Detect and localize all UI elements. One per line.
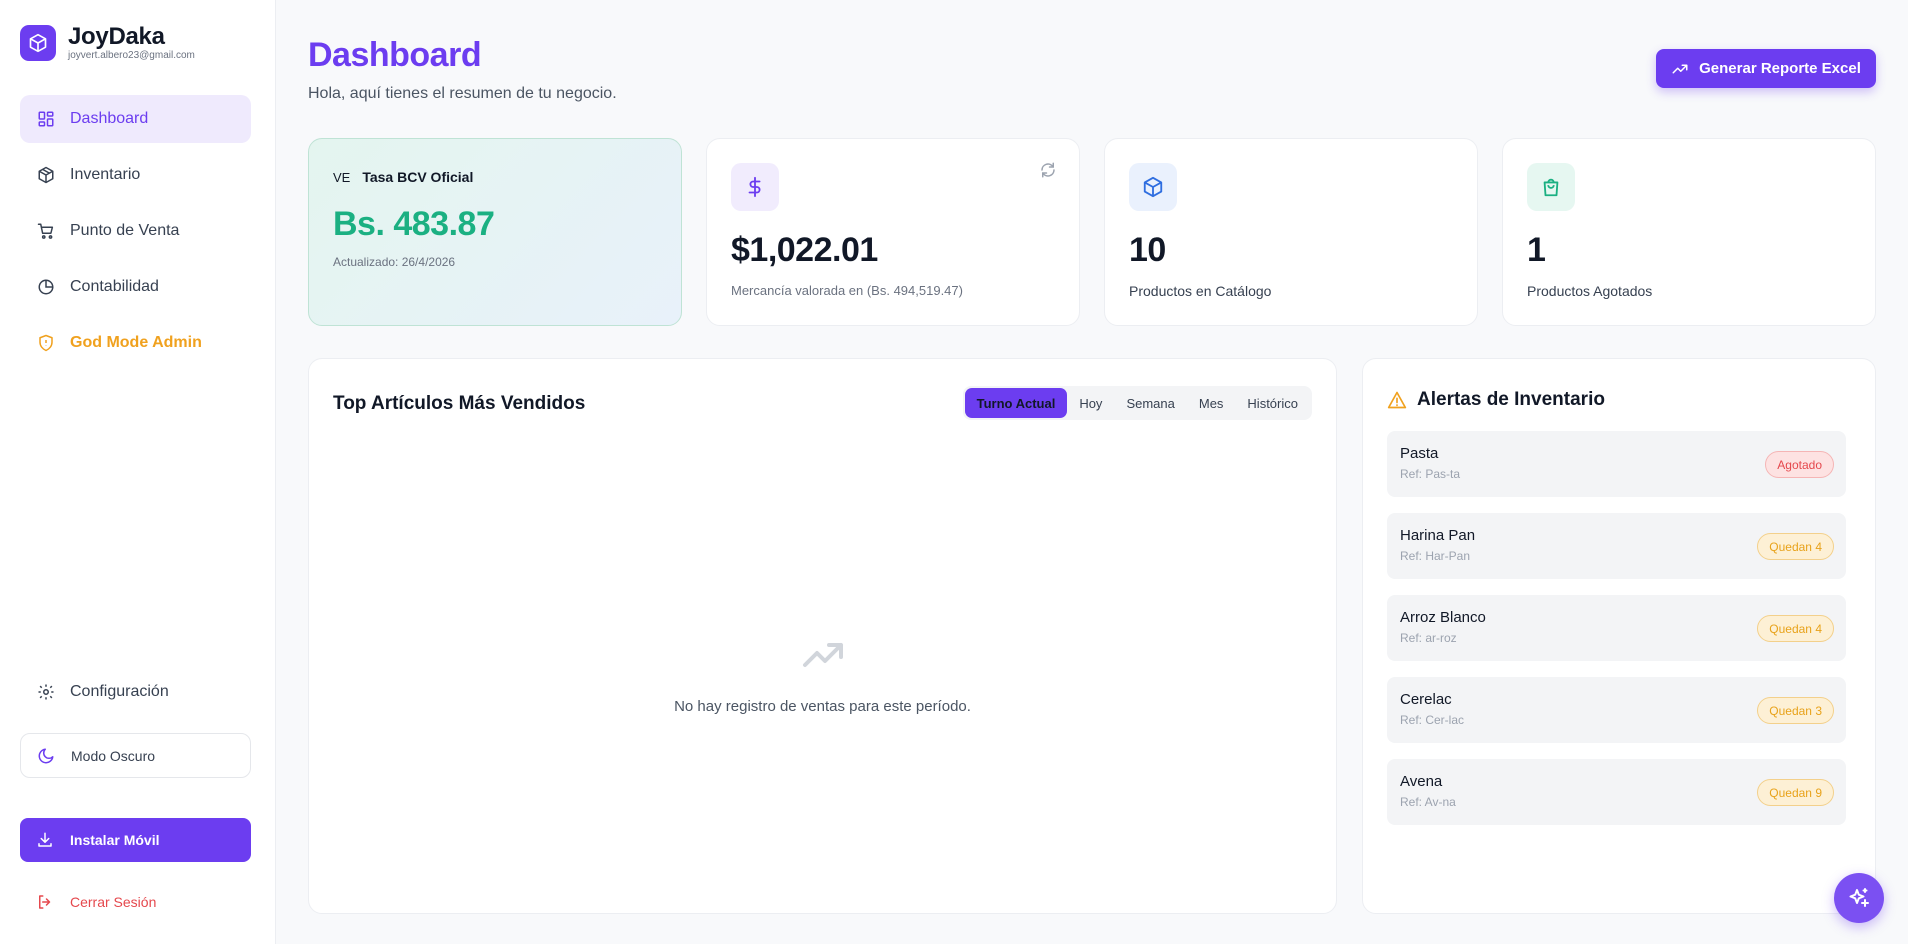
warning-icon (1387, 390, 1407, 410)
tab-turno-actual[interactable]: Turno Actual (964, 388, 1068, 418)
stat-label: Productos Agotados (1527, 283, 1653, 299)
sidebar-item-label: Punto de Venta (70, 222, 180, 239)
sidebar-item-dashboard[interactable]: Dashboard (20, 95, 251, 143)
bcv-value: Bs. 483.87 (333, 205, 495, 243)
flag-ve: VE (333, 169, 351, 185)
brand-name: JoyDaka (68, 23, 165, 50)
tab-semana[interactable]: Semana (1114, 388, 1186, 418)
dollar-icon (731, 163, 779, 211)
brand-email: joyvert.albero23@gmail.com (68, 50, 195, 61)
bcv-label: Tasa BCV Oficial (362, 169, 474, 185)
logout-label: Cerrar Sesión (70, 894, 157, 910)
sidebar-item-label: Contabilidad (70, 278, 159, 295)
pie-chart-icon (36, 277, 56, 297)
alert-item[interactable]: Arroz Blanco Ref: ar-roz Quedan 4 (1387, 595, 1846, 661)
sidebar-nav: Dashboard Inventario Punto de Venta Cont… (20, 95, 251, 375)
inventory-alerts-panel: Alertas de Inventario Pasta Ref: Pas-ta … (1362, 358, 1876, 914)
page-subtitle: Hola, aquí tienes el resumen de tu negoc… (308, 85, 617, 102)
page-title: Dashboard (308, 36, 482, 74)
alert-ref: Ref: Cer-lac (1400, 713, 1465, 727)
alert-name: Cerelac (1400, 691, 1452, 708)
logo-cube-icon (20, 25, 56, 61)
empty-state: No hay registro de ventas para este perí… (309, 631, 1336, 715)
sidebar-item-punto-de-venta[interactable]: Punto de Venta (20, 207, 251, 255)
logout-button[interactable]: Cerrar Sesión (20, 880, 251, 924)
sidebar-item-label: God Mode Admin (70, 334, 202, 351)
sidebar-item-configuracion[interactable]: Configuración (20, 668, 251, 716)
trending-up-icon (802, 643, 843, 667)
status-badge: Agotado (1765, 451, 1834, 478)
moon-icon (37, 747, 55, 765)
stat-card-valuation: $1,022.01 Mercancía valorada en (Bs. 494… (706, 138, 1080, 326)
alert-name: Pasta (1400, 445, 1439, 462)
stat-value: 1 (1527, 231, 1546, 269)
stat-card-out-of-stock: 1 Productos Agotados (1502, 138, 1876, 326)
grid-icon (36, 109, 56, 129)
tab-mes[interactable]: Mes (1187, 388, 1236, 418)
status-badge: Quedan 4 (1757, 533, 1834, 560)
alert-item[interactable]: Avena Ref: Av-na Quedan 9 (1387, 759, 1846, 825)
sidebar-item-contabilidad[interactable]: Contabilidad (20, 263, 251, 311)
alert-name: Arroz Blanco (1400, 609, 1486, 626)
alert-item[interactable]: Pasta Ref: Pas-ta Agotado (1387, 431, 1846, 497)
cart-icon (36, 221, 56, 241)
top-sold-title: Top Artículos Más Vendidos (333, 393, 586, 414)
sidebar: JoyDaka joyvert.albero23@gmail.com Dashb… (0, 0, 276, 944)
sidebar-item-label: Dashboard (70, 110, 149, 127)
alert-name: Harina Pan (1400, 527, 1476, 544)
install-label: Instalar Móvil (70, 832, 160, 848)
report-button-label: Generar Reporte Excel (1699, 60, 1861, 77)
config-wrapper: Configuración (20, 668, 251, 724)
alert-ref: Ref: Av-na (1400, 795, 1456, 809)
alert-ref: Ref: ar-roz (1400, 631, 1457, 645)
status-badge: Quedan 9 (1757, 779, 1834, 806)
stat-label: Mercancía valorada en (Bs. 494,519.47) (731, 283, 963, 298)
sidebar-item-label: Inventario (70, 166, 141, 183)
sidebar-item-label: Configuración (70, 683, 169, 700)
package-icon (36, 165, 56, 185)
box-icon (1129, 163, 1177, 211)
ai-assistant-button[interactable] (1834, 873, 1884, 923)
alert-name: Avena (1400, 773, 1443, 790)
gear-icon (36, 682, 56, 702)
tab-hoy[interactable]: Hoy (1067, 388, 1114, 418)
stat-card-catalog: 10 Productos en Catálogo (1104, 138, 1478, 326)
install-mobile-button[interactable]: Instalar Móvil (20, 818, 251, 862)
sparkle-icon (1849, 888, 1869, 907)
logout-icon (36, 893, 54, 911)
sidebar-item-inventario[interactable]: Inventario (20, 151, 251, 199)
bcv-updated: Actualizado: 26/4/2026 (333, 255, 456, 269)
dark-mode-label: Modo Oscuro (71, 747, 156, 764)
tab-historico[interactable]: Histórico (1235, 388, 1310, 418)
period-tabs: Turno Actual Hoy Semana Mes Histórico (962, 386, 1312, 420)
sidebar-item-god-mode-admin[interactable]: God Mode Admin (20, 319, 251, 367)
status-badge: Quedan 4 (1757, 615, 1834, 642)
stat-value: 10 (1129, 231, 1166, 269)
top-sold-panel: Top Artículos Más Vendidos Turno Actual … (308, 358, 1337, 914)
alerts-title: Alertas de Inventario (1417, 389, 1605, 410)
stat-value: $1,022.01 (731, 231, 878, 269)
alert-ref: Ref: Pas-ta (1400, 467, 1461, 481)
trending-up-icon (1672, 64, 1688, 73)
brand[interactable]: JoyDaka joyvert.albero23@gmail.com (20, 24, 195, 62)
alert-item[interactable]: Harina Pan Ref: Har-Pan Quedan 4 (1387, 513, 1846, 579)
dark-mode-toggle[interactable]: Modo Oscuro (20, 733, 251, 778)
refresh-icon[interactable] (1039, 161, 1057, 184)
shield-icon (36, 333, 56, 353)
alert-ref: Ref: Har-Pan (1400, 549, 1471, 563)
stat-label: Productos en Catálogo (1129, 283, 1272, 299)
status-badge: Quedan 3 (1757, 697, 1834, 724)
alert-item[interactable]: Cerelac Ref: Cer-lac Quedan 3 (1387, 677, 1846, 743)
alert-list: Pasta Ref: Pas-ta Agotado Harina Pan Ref… (1387, 431, 1846, 841)
generate-report-button[interactable]: Generar Reporte Excel (1656, 49, 1876, 88)
download-icon (36, 831, 54, 849)
empty-state-text: No hay registro de ventas para este perí… (674, 698, 971, 715)
bcv-rate-card: VE Tasa BCV Oficial Bs. 483.87 Actualiza… (308, 138, 682, 326)
shopping-bag-icon (1527, 163, 1575, 211)
